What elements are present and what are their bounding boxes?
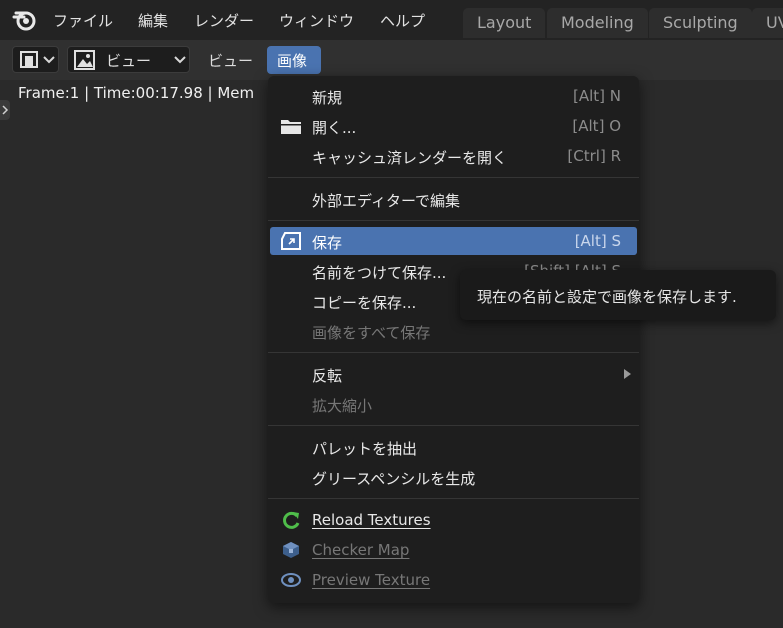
- menu-item-shortcut: [Ctrl] R: [567, 147, 621, 165]
- menu-item-label: 拡大縮小: [312, 397, 373, 415]
- image-editor-icon: [20, 51, 38, 68]
- menu-item-label: パレットを抽出: [312, 440, 418, 458]
- reload-icon: [283, 511, 300, 529]
- menu-item-save-all: 画像をすべて保存: [268, 317, 639, 345]
- menu-item-open-cached-render[interactable]: キャッシュ済レンダーを開く [Ctrl] R: [268, 142, 639, 170]
- menu-item-label: Reload Textures: [312, 511, 431, 529]
- menu-help[interactable]: ヘルプ: [380, 10, 425, 31]
- image-menu-dropdown: 新規 [Alt] N 開く... [Alt] O キャッシュ済レンダーを開く […: [268, 76, 639, 603]
- menu-item-label: コピーを保存...: [312, 294, 417, 312]
- menu-item-label: Checker Map: [312, 541, 410, 559]
- picture-icon: [74, 50, 95, 70]
- chevron-down-icon: [174, 56, 186, 64]
- menu-item-open[interactable]: 開く... [Alt] O: [268, 112, 639, 140]
- save-tooltip: 現在の名前と設定で画像を保存します.: [460, 270, 776, 320]
- menu-edit[interactable]: 編集: [138, 10, 168, 31]
- editor-type-dropdown[interactable]: [12, 46, 59, 73]
- save-icon: [281, 232, 301, 250]
- menu-separator: [268, 177, 639, 178]
- render-stats: Frame:1 | Time:00:17.98 | Mem: [18, 84, 255, 102]
- editor-header: ビュー ビュー: [0, 40, 783, 80]
- folder-icon: [281, 120, 301, 134]
- menu-item-label: 画像をすべて保存: [312, 324, 431, 342]
- menu-item-extract-palette[interactable]: パレットを抽出: [268, 433, 639, 461]
- menu-item-label: グリースペンシルを生成: [312, 470, 476, 488]
- menu-item-shortcut: [Alt] O: [572, 117, 621, 135]
- tab-modeling[interactable]: Modeling: [547, 8, 648, 38]
- menu-item-new[interactable]: 新規 [Alt] N: [268, 82, 639, 110]
- menu-item-reload-textures[interactable]: Reload Textures: [268, 506, 639, 534]
- chevron-down-icon: [43, 56, 55, 64]
- header-menu-image[interactable]: 画像: [267, 46, 321, 74]
- menu-item-flip[interactable]: 反転: [268, 360, 639, 388]
- preview-eye-icon: [281, 573, 301, 587]
- menu-file[interactable]: ファイル: [53, 10, 113, 31]
- sidebar-toggle[interactable]: [0, 100, 10, 120]
- tooltip-text: 現在の名前と設定で画像を保存します.: [477, 288, 737, 306]
- menu-item-save[interactable]: 保存 [Alt] S: [270, 227, 637, 255]
- header-menu-image-label: 画像: [277, 52, 308, 70]
- menu-window[interactable]: ウィンドウ: [279, 10, 354, 31]
- view-mode-dropdown[interactable]: ビュー: [67, 46, 190, 73]
- menu-item-generate-grease-pencil[interactable]: グリースペンシルを生成: [268, 463, 639, 491]
- chevron-right-icon: [2, 105, 9, 115]
- checker-map-icon: [283, 542, 299, 558]
- tab-sculpting[interactable]: Sculpting: [649, 8, 752, 38]
- menu-separator: [268, 498, 639, 499]
- menu-item-label: 新規: [312, 89, 343, 107]
- menu-render[interactable]: レンダー: [194, 10, 254, 31]
- menu-item-label: 開く...: [312, 119, 357, 137]
- menu-item-shortcut: [Alt] N: [572, 87, 621, 105]
- menu-item-label: 反転: [312, 367, 343, 385]
- menu-separator: [268, 352, 639, 353]
- menu-item-label: キャッシュ済レンダーを開く: [312, 149, 508, 167]
- view-mode-label: ビュー: [106, 52, 152, 70]
- menu-item-label: 保存: [312, 234, 343, 252]
- menu-item-label: 外部エディターで編集: [312, 192, 461, 210]
- tab-layout[interactable]: Layout: [463, 8, 546, 38]
- menu-separator: [268, 425, 639, 426]
- menu-item-edit-externally[interactable]: 外部エディターで編集: [268, 185, 639, 213]
- submenu-arrow-icon: [624, 369, 631, 379]
- header-menu-view[interactable]: ビュー: [208, 50, 253, 71]
- menu-item-checker-map: Checker Map: [268, 536, 639, 564]
- top-menu-bar: ファイル 編集 レンダー ウィンドウ ヘルプ Layout Modeling S…: [0, 0, 783, 40]
- menu-item-resize: 拡大縮小: [268, 390, 639, 418]
- menu-item-label: 名前をつけて保存...: [312, 264, 447, 282]
- blender-logo-icon[interactable]: [12, 8, 38, 32]
- menu-item-label: Preview Texture: [312, 571, 431, 589]
- menu-item-shortcut: [Alt] S: [574, 232, 621, 250]
- menu-separator: [268, 220, 639, 221]
- tab-uv[interactable]: UV: [752, 8, 783, 38]
- menu-item-preview-texture: Preview Texture: [268, 566, 639, 594]
